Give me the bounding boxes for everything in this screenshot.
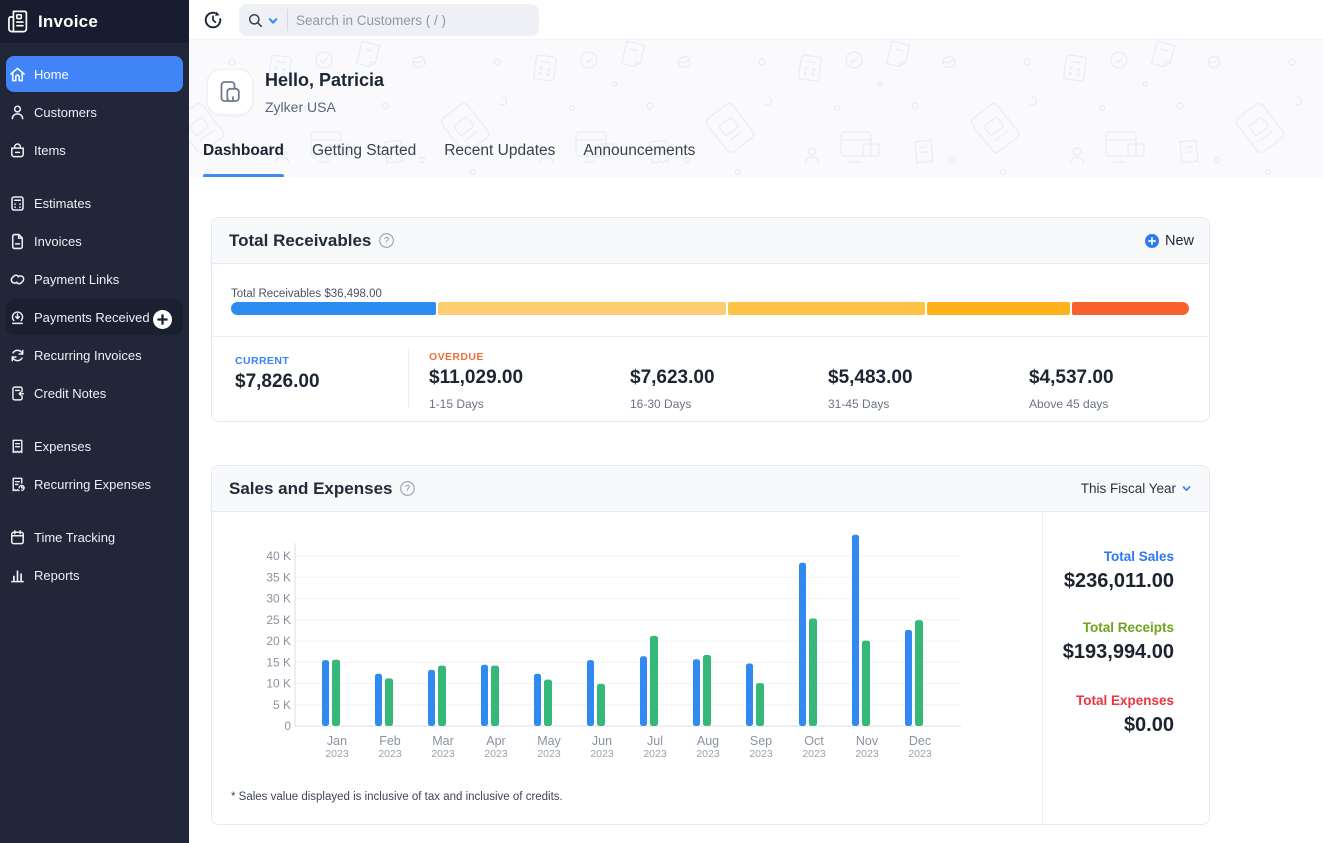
svg-text:2023: 2023 <box>696 748 720 760</box>
svg-text:Mar: Mar <box>432 734 454 748</box>
svg-text:2023: 2023 <box>802 748 826 760</box>
svg-text:2023: 2023 <box>855 748 879 760</box>
svg-text:Aug: Aug <box>697 734 719 748</box>
svg-text:40 K: 40 K <box>266 549 291 563</box>
svg-text:15 K: 15 K <box>266 655 291 669</box>
svg-text:2023: 2023 <box>484 748 508 760</box>
svg-text:35 K: 35 K <box>266 570 291 584</box>
svg-text:2023: 2023 <box>590 748 614 760</box>
svg-text:0: 0 <box>284 719 291 733</box>
svg-text:2023: 2023 <box>378 748 402 760</box>
svg-text:Feb: Feb <box>379 734 401 748</box>
svg-text:Jan: Jan <box>327 734 347 748</box>
svg-text:Jun: Jun <box>592 734 612 748</box>
svg-text:Dec: Dec <box>909 734 931 748</box>
svg-text:2023: 2023 <box>643 748 667 760</box>
svg-text:2023: 2023 <box>537 748 561 760</box>
svg-text:10 K: 10 K <box>266 677 291 691</box>
svg-text:20 K: 20 K <box>266 634 291 648</box>
svg-text:2023: 2023 <box>325 748 349 760</box>
svg-text:Oct: Oct <box>804 734 824 748</box>
svg-text:30 K: 30 K <box>266 592 291 606</box>
svg-text:Sep: Sep <box>750 734 772 748</box>
svg-text:2023: 2023 <box>431 748 455 760</box>
svg-text:Nov: Nov <box>856 734 879 748</box>
svg-text:5 K: 5 K <box>273 698 291 712</box>
svg-text:25 K: 25 K <box>266 613 291 627</box>
svg-text:2023: 2023 <box>749 748 773 760</box>
svg-text:Apr: Apr <box>486 734 505 748</box>
svg-text:2023: 2023 <box>908 748 932 760</box>
svg-text:Jul: Jul <box>647 734 663 748</box>
svg-text:May: May <box>537 734 561 748</box>
